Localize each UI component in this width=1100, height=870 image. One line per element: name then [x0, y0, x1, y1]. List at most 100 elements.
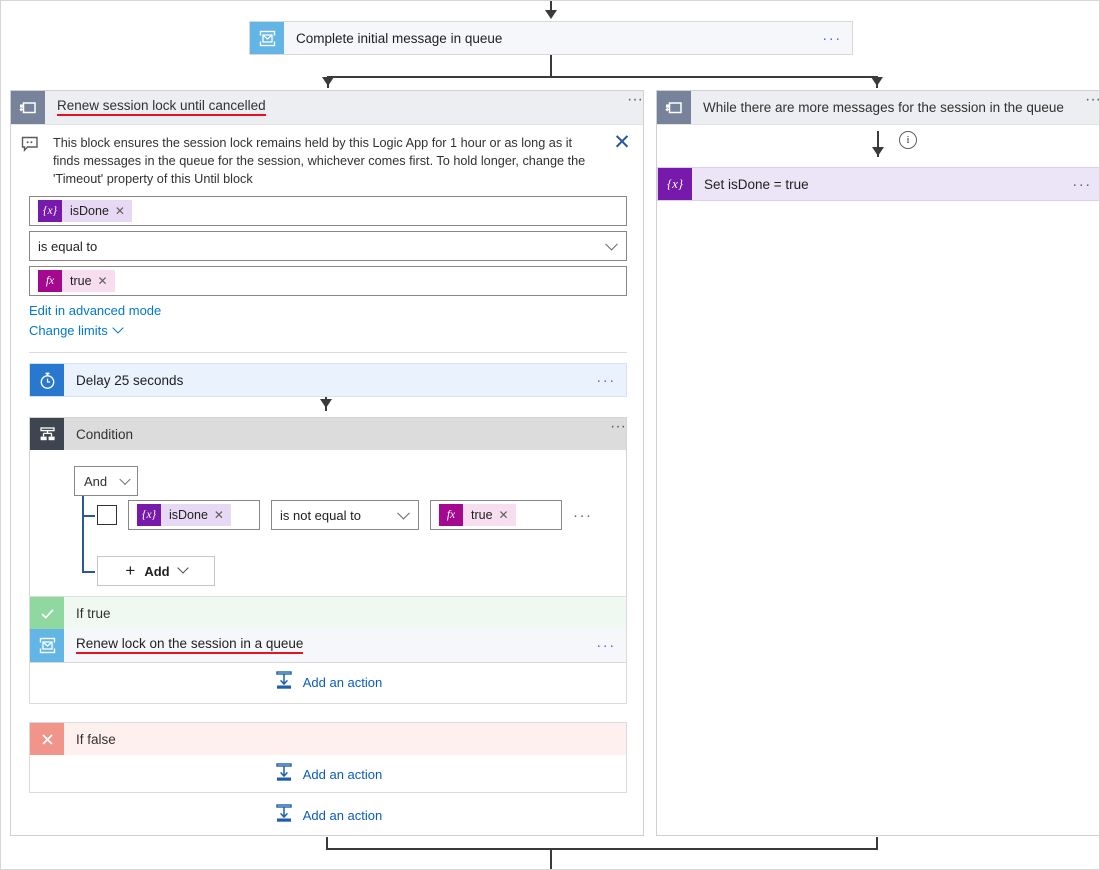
while-overflow-menu-button[interactable]: ···	[1085, 91, 1100, 124]
comment-icon	[21, 134, 43, 188]
expression-badge: fx	[439, 504, 463, 526]
while-scope-header[interactable]: While there are more messages for the se…	[657, 91, 1100, 125]
add-action-icon	[274, 763, 294, 785]
condition-branch-icon	[30, 418, 64, 450]
set-variable-overflow-menu-button[interactable]: ···	[1068, 168, 1100, 200]
change-limits-link[interactable]: Change limits	[29, 323, 122, 338]
while-scope-title: While there are more messages for the se…	[691, 91, 1085, 124]
connector-delay-to-condition-arrow	[320, 399, 332, 408]
logic-operator-value: And	[84, 474, 107, 489]
action-set-isdone-true[interactable]: {x} Set isDone = true ···	[657, 167, 1100, 201]
condition-bracket-vertical	[82, 496, 84, 572]
action-renew-lock-session[interactable]: Renew lock on the session in a queue ···	[30, 629, 626, 663]
until-loop-icon	[11, 91, 45, 124]
cross-icon	[30, 723, 64, 755]
branch-if-false: If false Add an action	[29, 722, 627, 793]
action-delay[interactable]: Delay 25 seconds ···	[29, 363, 627, 397]
chevron-down-icon	[397, 507, 410, 520]
condition-row-overflow-menu-button[interactable]: ···	[573, 507, 593, 524]
condition-left-field[interactable]: {x} isDone ✕	[128, 500, 260, 530]
condition-title: Condition	[64, 418, 610, 450]
condition-add-button[interactable]: + Add	[97, 556, 215, 586]
condition-overflow-menu-button[interactable]: ···	[610, 418, 626, 450]
add-action-icon	[274, 804, 294, 826]
if-false-label: If false	[64, 723, 626, 755]
condition-operator-value: is not equal to	[280, 508, 361, 523]
until-condition-value-field[interactable]: {x} isDone ✕	[29, 196, 627, 226]
until-section-divider	[29, 352, 627, 353]
condition-operator-dropdown[interactable]: is not equal to	[271, 500, 419, 530]
add-action-label: Add an action	[303, 767, 383, 782]
expression-badge: fx	[38, 270, 62, 292]
until-scope-container: Renew session lock until cancelled ··· T…	[10, 90, 644, 836]
until-scope-header[interactable]: Renew session lock until cancelled ···	[11, 91, 643, 125]
condition-right-field[interactable]: fx true ✕	[430, 500, 562, 530]
operator-value: is equal to	[38, 239, 97, 254]
chevron-down-icon	[112, 322, 123, 333]
service-bus-icon	[250, 22, 284, 54]
set-variable-title: Set isDone = true	[692, 168, 1068, 200]
service-bus-icon	[30, 629, 64, 662]
connector-while-to-setvar-arrow	[872, 147, 884, 156]
chevron-down-icon	[119, 474, 130, 485]
add-button-label: Add	[144, 564, 169, 579]
change-limits-label: Change limits	[29, 323, 108, 338]
variable-token-isdone[interactable]: {x} isDone ✕	[38, 200, 132, 222]
if-true-label: If true	[64, 597, 626, 629]
until-operator-dropdown[interactable]: is equal to	[29, 231, 627, 261]
add-action-until-scope[interactable]: Add an action	[29, 799, 627, 831]
until-compare-value-field[interactable]: fx true ✕	[29, 266, 627, 296]
until-scope-title: Renew session lock until cancelled	[45, 91, 627, 124]
overflow-menu-button[interactable]: ···	[818, 22, 852, 54]
connector-fork-left-arrow	[322, 77, 334, 86]
expression-token-true[interactable]: fx true ✕	[439, 504, 516, 526]
add-action-label: Add an action	[303, 808, 383, 823]
remove-token-icon[interactable]: ✕	[214, 508, 224, 522]
logic-app-designer-canvas: Complete initial message in queue ··· Re…	[0, 0, 1100, 870]
delay-overflow-menu-button[interactable]: ···	[592, 364, 626, 396]
remove-token-icon[interactable]: ✕	[115, 204, 125, 218]
condition-bracket-add	[82, 571, 95, 573]
while-scope-container: While there are more messages for the se…	[656, 90, 1100, 836]
renew-lock-overflow-menu-button[interactable]: ···	[592, 629, 626, 662]
condition-bracket-row	[82, 515, 95, 517]
set-variable-icon: {x}	[658, 168, 692, 200]
condition-block-header[interactable]: Condition ···	[30, 418, 626, 450]
plus-icon: +	[125, 561, 135, 581]
variable-badge: {x}	[137, 504, 161, 526]
connector-fork-bar	[327, 76, 878, 78]
comment-text: This block ensures the session lock rema…	[53, 134, 601, 188]
edit-advanced-mode-link[interactable]: Edit in advanced mode	[29, 303, 161, 318]
if-true-header: If true	[30, 597, 626, 629]
variable-token-isdone[interactable]: {x} isDone ✕	[137, 504, 231, 526]
info-icon[interactable]: i	[899, 131, 917, 149]
connector-merge-bar	[326, 848, 878, 850]
branch-if-true: If true Renew lock on the session in a q…	[29, 596, 627, 704]
remove-token-icon[interactable]: ✕	[499, 508, 509, 522]
token-label: true	[70, 274, 92, 288]
checkmark-icon	[30, 597, 64, 629]
add-action-if-false[interactable]: Add an action	[30, 755, 626, 793]
add-action-if-true[interactable]: Add an action	[30, 663, 626, 701]
expression-token-true[interactable]: fx true ✕	[38, 270, 115, 292]
close-icon[interactable]: ✕	[611, 134, 633, 188]
renew-lock-title: Renew lock on the session in a queue	[64, 629, 592, 662]
chevron-down-icon	[605, 238, 618, 251]
until-scope-comment: This block ensures the session lock rema…	[11, 125, 643, 194]
condition-row: {x} isDone ✕ is not equal to fx	[97, 500, 593, 530]
until-overflow-menu-button[interactable]: ···	[627, 91, 643, 124]
token-label: isDone	[70, 204, 109, 218]
logic-operator-dropdown[interactable]: And	[74, 466, 138, 496]
chevron-down-icon	[177, 562, 188, 573]
condition-row-checkbox[interactable]	[97, 505, 117, 525]
connector-fork-stem	[550, 55, 552, 77]
connector-fork-right-arrow	[871, 77, 883, 86]
remove-token-icon[interactable]: ✕	[98, 274, 108, 288]
connector-merge-stem	[550, 848, 552, 870]
add-action-label: Add an action	[303, 675, 383, 690]
action-complete-initial-message[interactable]: Complete initial message in queue ···	[249, 21, 853, 55]
if-false-header: If false	[30, 723, 626, 755]
variable-badge: {x}	[667, 176, 683, 192]
delay-title: Delay 25 seconds	[64, 364, 592, 396]
action-title: Complete initial message in queue	[284, 22, 818, 54]
